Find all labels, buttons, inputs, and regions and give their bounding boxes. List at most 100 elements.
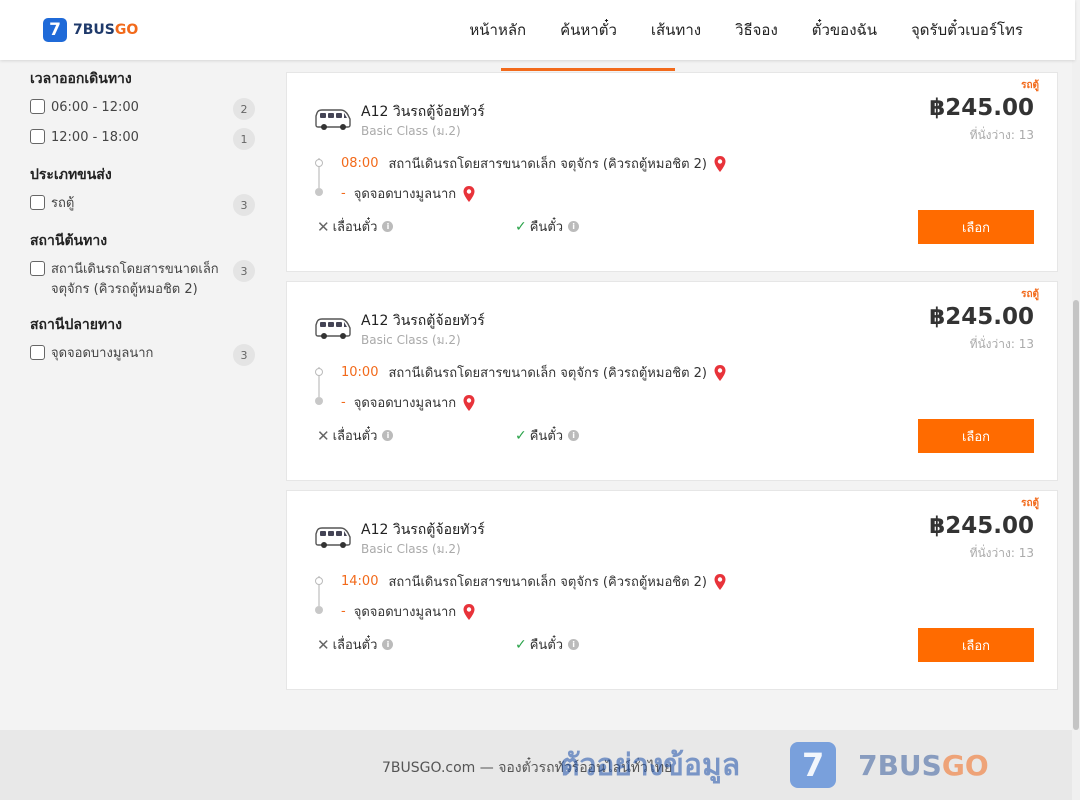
filter-group-transport-type: ประเภทขนส่ง รถตู้ 3 — [30, 164, 255, 216]
main-nav: หน้าหลัก ค้นหาตั๋ว เส้นทาง วิธีจอง ตั๋วข… — [435, 0, 1023, 60]
refund-label: คืนตั๋ว — [529, 429, 564, 444]
arrival-station: จุดจอดบางมูลนาก — [353, 396, 457, 411]
checkbox[interactable] — [30, 129, 45, 144]
info-icon[interactable]: i — [568, 221, 580, 232]
map-pin-icon[interactable] — [462, 185, 476, 203]
filter-label: รถตู้ — [51, 196, 75, 211]
nav-ticket-pickup[interactable]: จุดรับตั๋วเบอร์โทร — [911, 18, 1023, 42]
departure-time: 10:00 — [341, 365, 379, 380]
route-name: A12 วินรถตู้จ้อยทัวร์ — [361, 104, 485, 120]
trip-price: ฿245.00 — [929, 95, 1034, 121]
reschedule-label: เลื่อนตั๋ว — [332, 429, 378, 444]
filter-option-left: จุดจอดบางมูลนาก — [30, 344, 153, 364]
filter-title: สถานีปลายทาง — [30, 317, 122, 333]
filter-title: เวลาออกเดินทาง — [30, 71, 132, 87]
refund-policy[interactable]: ✓ คืนตั๋ว i — [515, 425, 580, 446]
timeline-dot-start — [315, 577, 323, 585]
van-icon — [315, 527, 351, 548]
check-icon: ✓ — [515, 218, 527, 235]
map-pin-icon[interactable] — [713, 573, 727, 591]
filter-option[interactable]: 12:00 - 18:00 1 — [30, 128, 255, 150]
trip-card: A12 วินรถตู้จ้อยทัวร์ Basic Class (ม.2) … — [286, 490, 1058, 690]
refund-label: คืนตั๋ว — [529, 220, 564, 235]
timeline-dot-end — [315, 397, 323, 405]
info-icon[interactable]: i — [382, 430, 394, 441]
info-icon[interactable]: i — [382, 639, 394, 650]
departure-station: สถานีเดินรถโดยสารขนาดเล็ก จตุจักร (คิวรถ… — [388, 575, 707, 590]
check-icon: ✓ — [515, 636, 527, 653]
filter-count-badge: 3 — [233, 260, 255, 282]
filter-group-origin-station: สถานีต้นทาง สถานีเดินรถโดยสารขนาดเล็ก จต… — [30, 230, 255, 300]
transport-type-tag: รถตู้ — [1021, 80, 1039, 91]
select-trip-button[interactable]: เลือก — [918, 628, 1034, 662]
nav-how-to-book[interactable]: วิธีจอง — [735, 18, 778, 42]
checkbox[interactable] — [30, 261, 45, 276]
trip-results-list: A12 วินรถตู้จ้อยทัวร์ Basic Class (ม.2) … — [286, 72, 1058, 699]
info-icon[interactable]: i — [568, 639, 580, 650]
arrival-station: จุดจอดบางมูลนาก — [353, 605, 457, 620]
arrival-dash: - — [341, 604, 346, 619]
arrival-row: - จุดจอดบางมูลนาก — [341, 601, 476, 622]
filter-option[interactable]: สถานีเดินรถโดยสารขนาดเล็ก จตุจักร (คิวรถ… — [30, 260, 255, 300]
refund-policy[interactable]: ✓ คืนตั๋ว i — [515, 634, 580, 655]
footer: 7BUSGO.com — จองตั๋วรถทัวร์ออนไลน์ทั่วไท… — [0, 730, 1080, 800]
reschedule-policy[interactable]: ✕ เลื่อนตั๋ว i — [317, 634, 394, 655]
available-seats: ที่นั่งว่าง: 13 — [969, 546, 1034, 560]
arrival-row: - จุดจอดบางมูลนาก — [341, 183, 476, 204]
filter-option-left: 12:00 - 18:00 — [30, 128, 139, 148]
nav-my-tickets[interactable]: ตั๋วของฉัน — [812, 18, 877, 42]
map-pin-icon[interactable] — [462, 394, 476, 412]
departure-station: สถานีเดินรถโดยสารขนาดเล็ก จตุจักร (คิวรถ… — [388, 366, 707, 381]
reschedule-label: เลื่อนตั๋ว — [332, 220, 378, 235]
van-icon — [315, 109, 351, 130]
checkbox[interactable] — [30, 345, 45, 360]
select-trip-button[interactable]: เลือก — [918, 419, 1034, 453]
available-seats: ที่นั่งว่าง: 13 — [969, 128, 1034, 142]
site-logo[interactable]: 7 7BUSGO — [43, 18, 138, 42]
filter-option[interactable]: รถตู้ 3 — [30, 194, 255, 216]
map-pin-icon[interactable] — [713, 155, 727, 173]
filter-count-badge: 2 — [233, 98, 255, 120]
filter-count-badge: 3 — [233, 344, 255, 366]
checkbox[interactable] — [30, 195, 45, 210]
filter-count-badge: 3 — [233, 194, 255, 216]
x-icon: ✕ — [317, 635, 330, 654]
timeline-dot-start — [315, 368, 323, 376]
x-icon: ✕ — [317, 217, 330, 236]
timeline-dot-end — [315, 606, 323, 614]
info-icon[interactable]: i — [568, 430, 580, 441]
nav-routes[interactable]: เส้นทาง — [651, 18, 701, 42]
select-trip-button[interactable]: เลือก — [918, 210, 1034, 244]
watermark-brand-accent: GO — [941, 748, 989, 782]
nav-home[interactable]: หน้าหลัก — [469, 18, 526, 42]
filter-group-departure-time: เวลาออกเดินทาง 06:00 - 12:00 2 12:00 - 1… — [30, 68, 255, 150]
refund-policy[interactable]: ✓ คืนตั๋ว i — [515, 216, 580, 237]
nav-search-ticket[interactable]: ค้นหาตั๋ว — [560, 18, 617, 42]
logo-text-accent: GO — [114, 22, 139, 38]
map-pin-icon[interactable] — [462, 603, 476, 621]
reschedule-policy[interactable]: ✕ เลื่อนตั๋ว i — [317, 216, 394, 237]
map-pin-icon[interactable] — [713, 364, 727, 382]
filter-label: สถานีเดินรถโดยสารขนาดเล็ก จตุจักร (คิวรถ… — [51, 262, 219, 297]
scrollbar-thumb[interactable] — [1073, 300, 1079, 730]
watermark-text: ตัวอย่างข้อมูล — [560, 747, 741, 783]
departure-row: 10:00 สถานีเดินรถโดยสารขนาดเล็ก จตุจักร … — [341, 362, 727, 383]
departure-time: 14:00 — [341, 574, 379, 589]
filter-option-left: 06:00 - 12:00 — [30, 98, 139, 118]
info-icon[interactable]: i — [382, 221, 394, 232]
filter-title: ประเภทขนส่ง — [30, 167, 112, 183]
transport-type-tag: รถตู้ — [1021, 498, 1039, 509]
filter-sidebar: เวลาออกเดินทาง 06:00 - 12:00 2 12:00 - 1… — [30, 68, 255, 380]
x-icon: ✕ — [317, 426, 330, 445]
filter-option[interactable]: จุดจอดบางมูลนาก 3 — [30, 344, 255, 366]
filter-group-destination-station: สถานีปลายทาง จุดจอดบางมูลนาก 3 — [30, 314, 255, 366]
filter-label: 06:00 - 12:00 — [51, 100, 139, 115]
filter-option[interactable]: 06:00 - 12:00 2 — [30, 98, 255, 120]
reschedule-policy[interactable]: ✕ เลื่อนตั๋ว i — [317, 425, 394, 446]
route-class: Basic Class (ม.2) — [361, 124, 461, 138]
filter-title: สถานีต้นทาง — [30, 233, 108, 249]
trip-price: ฿245.00 — [929, 513, 1034, 539]
trip-price: ฿245.00 — [929, 304, 1034, 330]
checkbox[interactable] — [30, 99, 45, 114]
route-class: Basic Class (ม.2) — [361, 542, 461, 556]
